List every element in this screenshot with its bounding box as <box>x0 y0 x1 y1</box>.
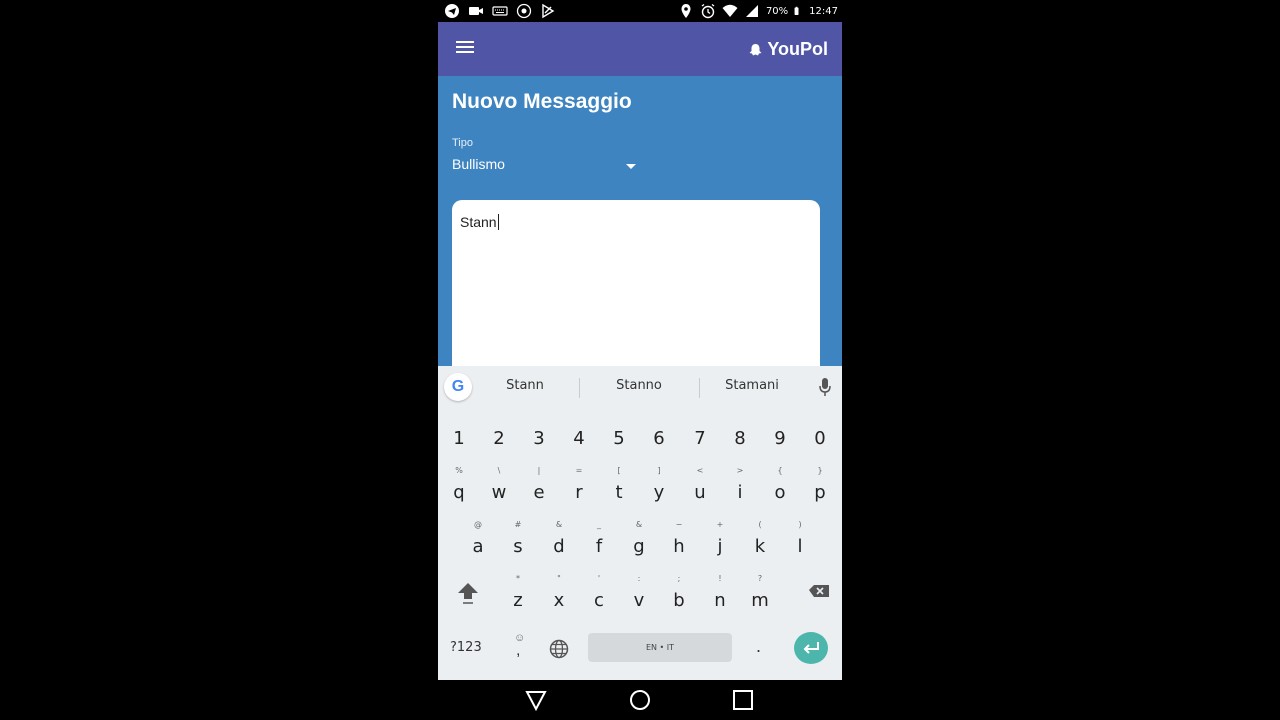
key-v[interactable]: :v <box>619 572 659 620</box>
back-icon[interactable] <box>525 689 547 711</box>
battery-percent: 70% <box>765 5 789 17</box>
alarm-icon <box>701 3 715 19</box>
key-u[interactable]: < u <box>680 464 720 512</box>
location-icon <box>681 4 691 18</box>
period-key[interactable]: . <box>756 636 761 657</box>
letter-row-1: % q \ w | e = r [t ] y < u > i {o } p <box>438 464 842 512</box>
clock: 12:47 <box>809 5 838 17</box>
key-e[interactable]: | e <box>519 464 559 512</box>
key-6[interactable]: 6 <box>639 418 679 466</box>
key-l[interactable]: ) l <box>780 518 820 566</box>
key-p[interactable]: } p <box>800 464 840 512</box>
key-8[interactable]: 8 <box>720 418 760 466</box>
key-k[interactable]: (k <box>740 518 780 566</box>
dropdown-arrow-icon <box>626 164 636 169</box>
key-1[interactable]: 1 <box>439 418 479 466</box>
soft-keyboard: G Stann Stanno Stamani 1 2 3 4 5 6 7 8 9… <box>438 366 842 680</box>
key-w[interactable]: \ w <box>479 464 519 512</box>
key-4[interactable]: 4 <box>559 418 599 466</box>
navigation-bar <box>438 680 842 720</box>
message-textarea[interactable]: Stann <box>452 200 820 370</box>
backspace-icon <box>809 585 829 597</box>
key-s[interactable]: # s <box>498 518 538 566</box>
comma-key[interactable]: ☺ , <box>510 632 530 662</box>
app-brand-name: YouPol <box>767 39 828 59</box>
key-z[interactable]: * z <box>498 572 538 620</box>
keyboard-icon <box>492 6 508 16</box>
key-g[interactable]: & g <box>619 518 659 566</box>
letter-row-3: * z " x ' c :v ; b ! n ? m <box>438 572 842 620</box>
key-m[interactable]: ? m <box>740 572 780 620</box>
type-label: Tipo <box>452 137 473 149</box>
key-j[interactable]: + j <box>700 518 740 566</box>
signal-icon <box>745 5 758 17</box>
wifi-icon <box>722 4 738 17</box>
divider <box>579 378 580 398</box>
key-i[interactable]: > i <box>720 464 760 512</box>
page-title: Nuovo Messaggio <box>452 90 632 113</box>
key-d[interactable]: & d <box>539 518 579 566</box>
key-q[interactable]: % q <box>439 464 479 512</box>
status-bar: 70% 12:47 <box>438 0 842 22</box>
key-x[interactable]: " x <box>539 572 579 620</box>
key-a[interactable]: @ a <box>458 518 498 566</box>
key-3[interactable]: 3 <box>519 418 559 466</box>
new-message-form: Nuovo Messaggio Tipo Bullismo Stann <box>438 76 842 370</box>
key-t[interactable]: [t <box>599 464 639 512</box>
vpn-shield-icon <box>516 3 532 19</box>
enter-icon <box>803 642 819 654</box>
app-bar: YouPol <box>438 22 842 76</box>
type-dropdown-value: Bullismo <box>452 156 505 172</box>
menu-button[interactable] <box>454 38 480 60</box>
ghost-logo-icon <box>749 43 762 55</box>
backspace-key[interactable] <box>796 572 836 620</box>
key-n[interactable]: ! n <box>700 572 740 620</box>
shift-arrow-icon <box>458 583 478 604</box>
key-y[interactable]: ] y <box>639 464 679 512</box>
suggestion-1[interactable]: Stann <box>470 378 580 393</box>
key-f[interactable]: _ f <box>579 518 619 566</box>
suggestion-2[interactable]: Stanno <box>584 378 694 393</box>
key-2[interactable]: 2 <box>479 418 519 466</box>
key-c[interactable]: ' c <box>579 572 619 620</box>
space-bar[interactable]: EN • IT <box>588 633 732 662</box>
letter-row-2: @ a # s & d _ f & g − h + j (k ) l <box>438 518 842 566</box>
type-dropdown[interactable]: Bullismo <box>452 156 636 180</box>
key-h[interactable]: − h <box>659 518 699 566</box>
battery-icon <box>794 6 799 15</box>
globe-icon[interactable] <box>548 638 570 660</box>
home-icon[interactable] <box>629 689 651 711</box>
shift-key[interactable] <box>448 572 488 620</box>
key-0[interactable]: 0 <box>800 418 840 466</box>
hamburger-icon <box>456 41 474 43</box>
message-text: Stann <box>460 214 499 230</box>
key-9[interactable]: 9 <box>760 418 800 466</box>
symbols-key[interactable]: ?123 <box>450 640 482 655</box>
enter-key[interactable] <box>794 632 828 664</box>
play-store-icon <box>542 3 555 19</box>
suggestion-3[interactable]: Stamani <box>697 378 807 393</box>
key-5[interactable]: 5 <box>599 418 639 466</box>
number-row: 1 2 3 4 5 6 7 8 9 0 <box>438 418 842 466</box>
comma-label: , <box>516 642 521 659</box>
video-camera-icon <box>469 7 483 15</box>
microphone-icon[interactable] <box>818 377 832 397</box>
telegram-icon <box>445 4 459 18</box>
google-icon[interactable]: G <box>444 373 472 401</box>
key-b[interactable]: ; b <box>659 572 699 620</box>
key-7[interactable]: 7 <box>680 418 720 466</box>
key-o[interactable]: {o <box>760 464 800 512</box>
phone-screen: 70% 12:47 YouPol Nuovo Messaggio Tipo Bu… <box>438 0 842 720</box>
key-r[interactable]: = r <box>559 464 599 512</box>
recents-icon[interactable] <box>732 689 754 711</box>
suggestion-bar: G Stann Stanno Stamani <box>438 366 842 408</box>
app-brand: YouPol <box>749 39 828 60</box>
